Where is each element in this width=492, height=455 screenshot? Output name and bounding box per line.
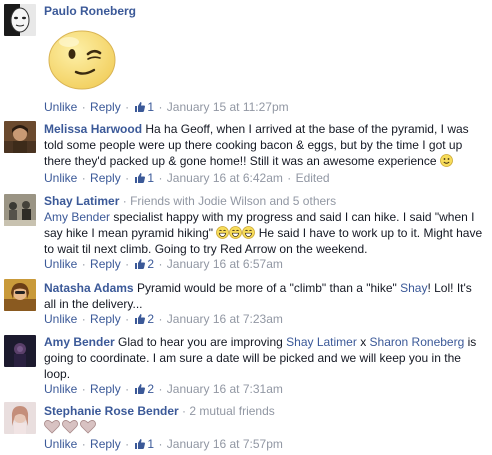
- connector-text: x: [360, 335, 367, 349]
- avatar[interactable]: [4, 279, 36, 311]
- avatar[interactable]: [4, 335, 36, 367]
- timestamp[interactable]: January 16 at 6:42am: [167, 171, 283, 185]
- timestamp[interactable]: January 15 at 11:27pm: [167, 100, 289, 114]
- timestamp[interactable]: January 16 at 7:31am: [167, 382, 283, 396]
- hearts-emoji-row: [44, 419, 96, 437]
- unlike-link[interactable]: Unlike: [44, 437, 77, 451]
- avatar[interactable]: [4, 402, 36, 434]
- heart-icon: [62, 420, 78, 434]
- winking-face-sticker: [44, 26, 120, 92]
- timestamp[interactable]: January 16 at 7:23am: [167, 312, 283, 326]
- like-count[interactable]: 2: [133, 257, 154, 271]
- like-count[interactable]: 1: [133, 437, 154, 451]
- unlike-link[interactable]: Unlike: [44, 312, 77, 326]
- avatar[interactable]: [4, 194, 36, 226]
- like-count[interactable]: 1: [133, 100, 154, 114]
- thumbs-up-icon: [135, 173, 146, 183]
- smile-emoji: [439, 154, 453, 167]
- comment-author[interactable]: Natasha Adams: [44, 281, 134, 295]
- avatar[interactable]: [4, 121, 36, 153]
- heart-icon: [44, 420, 60, 434]
- mutual-friends-context[interactable]: Friends with Jodie Wilson and 5 others: [130, 194, 336, 208]
- like-count[interactable]: 2: [133, 382, 154, 396]
- comment-author[interactable]: Paulo Roneberg: [44, 4, 136, 18]
- unlike-link[interactable]: Unlike: [44, 257, 77, 271]
- grinning-emoji: [216, 226, 256, 240]
- edited-label[interactable]: Edited: [296, 171, 330, 185]
- reply-link[interactable]: Reply: [90, 100, 121, 114]
- mention-link-sharon[interactable]: Sharon Roneberg: [370, 335, 465, 349]
- heart-icon: [80, 420, 96, 434]
- reply-link[interactable]: Reply: [90, 382, 121, 396]
- unlike-link[interactable]: Unlike: [44, 100, 77, 114]
- reply-link[interactable]: Reply: [90, 171, 121, 185]
- mutual-friends-context[interactable]: 2 mutual friends: [189, 404, 274, 418]
- reply-link[interactable]: Reply: [90, 312, 121, 326]
- mention-link[interactable]: Amy Bender: [44, 210, 110, 224]
- avatar[interactable]: [4, 4, 36, 36]
- comment-author[interactable]: Melissa Harwood: [44, 122, 142, 136]
- comment-text: Glad to hear you are improving: [118, 335, 283, 349]
- thumbs-up-icon: [135, 259, 146, 269]
- timestamp[interactable]: January 16 at 6:57am: [167, 257, 283, 271]
- mention-link-shay[interactable]: Shay Latimer: [286, 335, 357, 349]
- unlike-link[interactable]: Unlike: [44, 171, 77, 185]
- reply-link[interactable]: Reply: [90, 257, 121, 271]
- comment-author[interactable]: Stephanie Rose Bender: [44, 404, 179, 418]
- unlike-link[interactable]: Unlike: [44, 382, 77, 396]
- comment-text: Pyramid would be more of a "climb" than …: [136, 281, 397, 295]
- thumbs-up-icon: [135, 314, 146, 324]
- timestamp[interactable]: January 16 at 7:57pm: [167, 437, 283, 451]
- comment-author[interactable]: Amy Bender: [44, 335, 115, 349]
- thumbs-up-icon: [135, 384, 146, 394]
- like-count[interactable]: 2: [133, 312, 154, 326]
- thumbs-up-icon: [135, 102, 146, 112]
- thumbs-up-icon: [135, 439, 146, 449]
- reply-link[interactable]: Reply: [90, 437, 121, 451]
- comment-author[interactable]: Shay Latimer: [44, 194, 119, 208]
- mention-link[interactable]: Shay: [400, 281, 427, 295]
- like-count[interactable]: 1: [133, 171, 154, 185]
